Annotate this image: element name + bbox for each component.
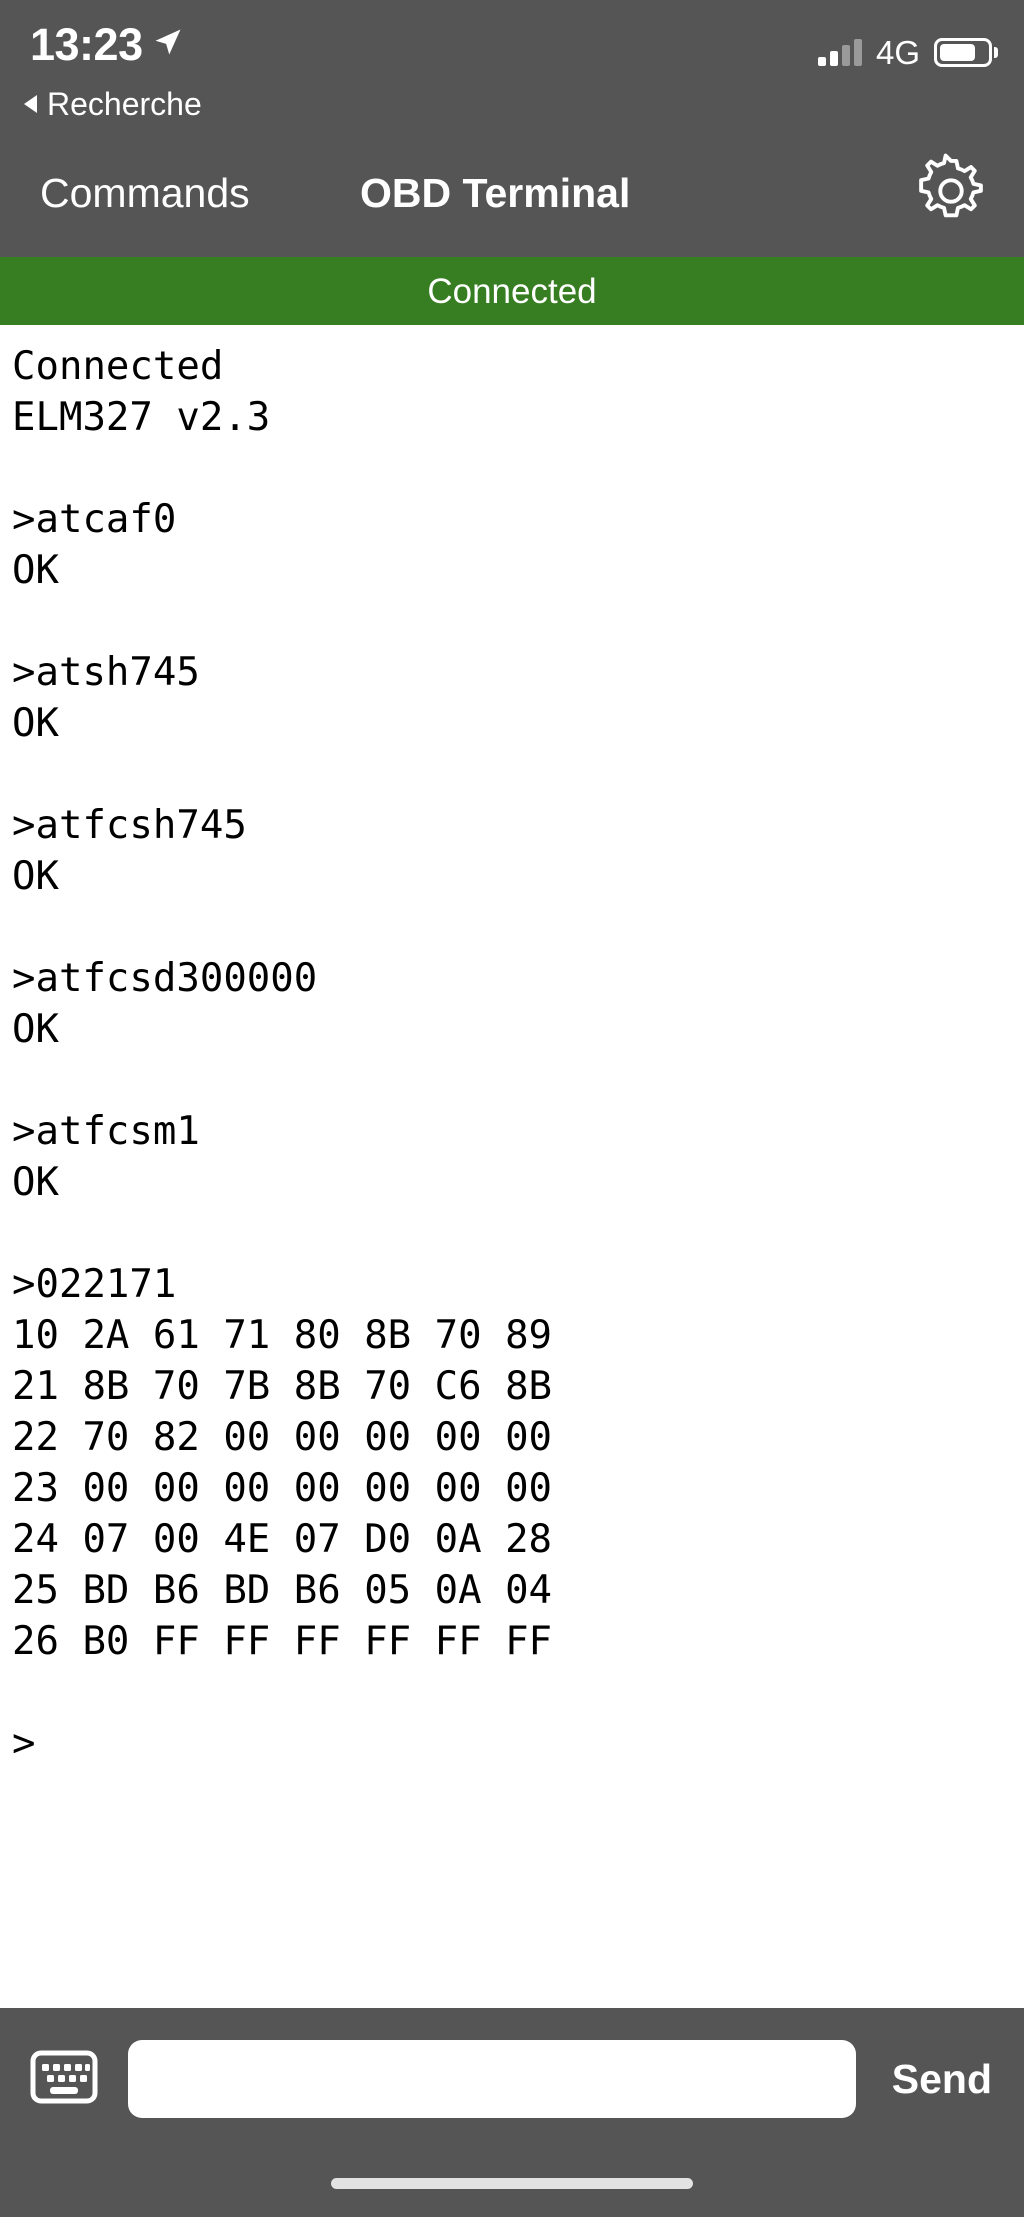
keyboard-toggle-button[interactable]: [22, 2044, 106, 2114]
back-to-previous-app[interactable]: Recherche: [24, 88, 202, 120]
page-title: OBD Terminal: [360, 170, 631, 216]
terminal-line: >022171: [12, 1262, 177, 1307]
terminal-line: 21 8B 70 7B 8B 70 C6 8B: [12, 1364, 553, 1409]
terminal-line: >atcaf0: [12, 497, 177, 542]
terminal-line: >atsh745: [12, 650, 200, 695]
keyboard-icon: [29, 2048, 99, 2111]
terminal-line: >atfcsh745: [12, 803, 247, 848]
commands-button[interactable]: Commands: [40, 173, 250, 214]
send-button[interactable]: Send: [878, 2058, 1002, 2100]
terminal-line: >: [12, 1721, 36, 1766]
terminal-line: OK: [12, 854, 59, 899]
obd-terminal-app: 13:23 4G Recherche Commands OBD Terminal…: [0, 0, 1024, 2217]
status-indicators: 4G: [817, 34, 998, 71]
signal-bars-icon: [817, 38, 862, 66]
home-indicator-bar[interactable]: [331, 2178, 693, 2189]
terminal-line: 26 B0 FF FF FF FF FF FF: [12, 1619, 553, 1664]
settings-button[interactable]: [910, 153, 992, 235]
terminal-line: >atfcsd300000: [12, 956, 318, 1001]
terminal-line: OK: [12, 1160, 59, 1205]
terminal-line: OK: [12, 701, 59, 746]
command-input[interactable]: [128, 2040, 856, 2118]
terminal-line: 10 2A 61 71 80 8B 70 89: [12, 1313, 553, 1358]
connection-status-banner: Connected: [0, 257, 1024, 325]
terminal-line: OK: [12, 548, 59, 593]
navigation-bar: Commands OBD Terminal: [0, 130, 1024, 257]
terminal-line: 25 BD B6 BD B6 05 0A 04: [12, 1568, 553, 1613]
terminal-line: >atfcsm1: [12, 1109, 200, 1154]
status-bar: 13:23 4G Recherche: [0, 0, 1024, 130]
terminal-line: Connected: [12, 344, 224, 389]
terminal-line: OK: [12, 1007, 59, 1052]
battery-icon: [934, 38, 998, 67]
terminal-line: 24 07 00 4E 07 D0 0A 28: [12, 1517, 553, 1562]
connection-status-label: Connected: [427, 271, 597, 311]
gear-icon: [912, 152, 990, 235]
status-clock: 13:23: [30, 19, 143, 70]
terminal-output[interactable]: Connected ELM327 v2.3 >atcaf0 OK >atsh745 O…: [0, 325, 1024, 2008]
network-type-label: 4G: [875, 34, 920, 71]
terminal-line: 23 00 00 00 00 00 00 00: [12, 1466, 553, 1511]
home-indicator-area: [0, 2150, 1024, 2217]
location-arrow-icon: [153, 27, 183, 62]
terminal-line: ELM327 v2.3: [12, 395, 271, 440]
status-clock-group: 13:23: [30, 22, 183, 67]
back-caret-icon: [24, 95, 37, 113]
back-app-label: Recherche: [47, 86, 202, 122]
command-input-bar: Send: [0, 2008, 1024, 2150]
terminal-line: 22 70 82 00 00 00 00 00: [12, 1415, 553, 1460]
